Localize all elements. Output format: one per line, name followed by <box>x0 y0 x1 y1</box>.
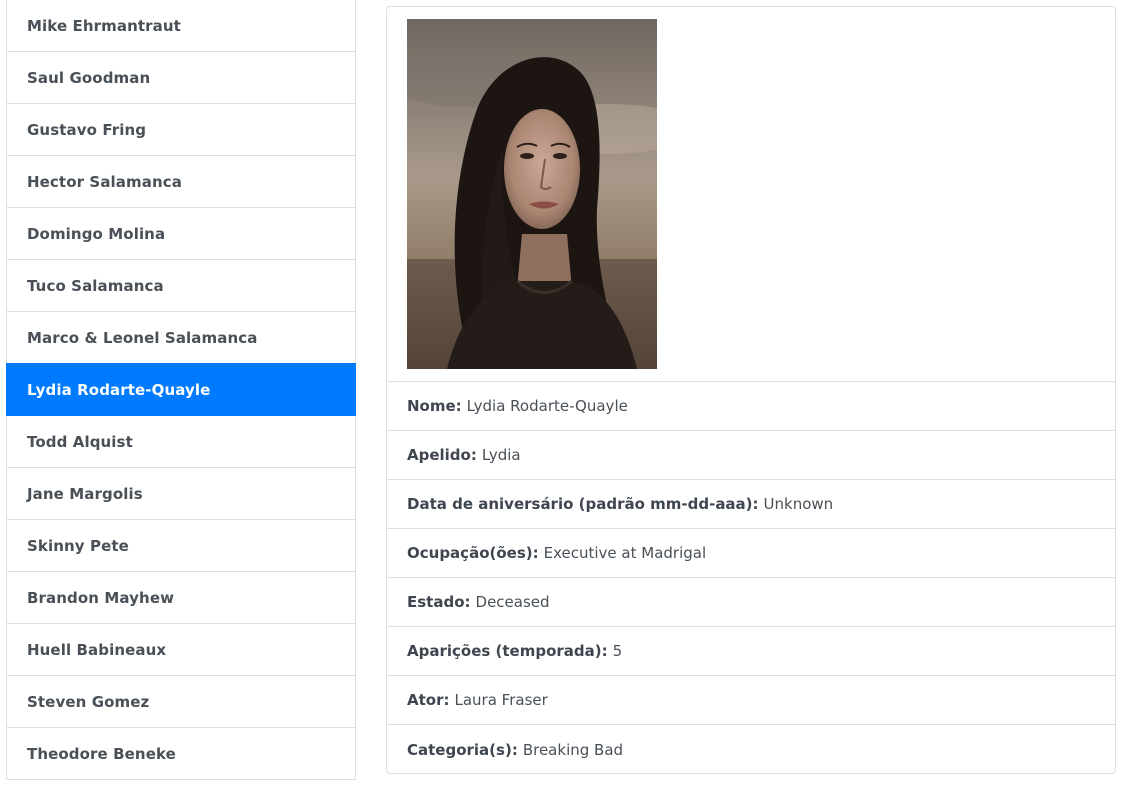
character-photo <box>407 19 657 369</box>
detail-occupation: Ocupação(ões): Executive at Madrigal <box>387 529 1115 578</box>
actor-label: Ator: <box>407 691 450 709</box>
actor-value: Laura Fraser <box>454 691 548 709</box>
nickname-label: Apelido: <box>407 446 477 464</box>
detail-name: Nome: Lydia Rodarte-Quayle <box>387 382 1115 431</box>
character-detail-card: Nome: Lydia Rodarte-Quayle Apelido: Lydi… <box>386 6 1116 774</box>
occupation-label: Ocupação(ões): <box>407 544 539 562</box>
list-item[interactable]: Jane Margolis <box>6 467 356 520</box>
status-value: Deceased <box>475 593 550 611</box>
list-item[interactable]: Marco & Leonel Salamanca <box>6 311 356 364</box>
category-label: Categoria(s): <box>407 740 518 759</box>
birthday-value: Unknown <box>763 495 834 513</box>
detail-actor: Ator: Laura Fraser <box>387 676 1115 725</box>
name-label: Nome: <box>407 397 462 415</box>
list-item[interactable]: Huell Babineaux <box>6 623 356 676</box>
list-item[interactable]: Mike Ehrmantraut <box>6 0 356 52</box>
photo-container <box>387 7 1115 382</box>
list-item[interactable]: Theodore Beneke <box>6 727 356 780</box>
list-item[interactable]: Skinny Pete <box>6 519 356 572</box>
detail-birthday: Data de aniversário (padrão mm-dd-aaa): … <box>387 480 1115 529</box>
category-value: Breaking Bad <box>522 740 624 759</box>
list-item[interactable]: Brandon Mayhew <box>6 571 356 624</box>
list-item[interactable]: Gustavo Fring <box>6 103 356 156</box>
birthday-label: Data de aniversário (padrão mm-dd-aaa): <box>407 495 759 513</box>
list-item[interactable]: Tuco Salamanca <box>6 259 356 312</box>
detail-nickname: Apelido: Lydia <box>387 431 1115 480</box>
list-item[interactable]: Saul Goodman <box>6 51 356 104</box>
list-item[interactable]: Todd Alquist <box>6 415 356 468</box>
list-item-active[interactable]: Lydia Rodarte-Quayle <box>6 363 356 416</box>
nickname-value: Lydia <box>481 446 521 464</box>
character-list: Mike Ehrmantraut Saul Goodman Gustavo Fr… <box>6 0 356 789</box>
appearance-value: 5 <box>612 642 623 660</box>
list-item[interactable]: Steven Gomez <box>6 675 356 728</box>
list-item[interactable]: Hector Salamanca <box>6 155 356 208</box>
detail-status: Estado: Deceased <box>387 578 1115 627</box>
detail-category: Categoria(s): Breaking Bad <box>387 725 1115 773</box>
occupation-value: Executive at Madrigal <box>543 544 707 562</box>
name-value: Lydia Rodarte-Quayle <box>466 397 628 415</box>
detail-appearance: Aparições (temporada): 5 <box>387 627 1115 676</box>
appearance-label: Aparições (temporada): <box>407 642 608 660</box>
list-item[interactable]: Domingo Molina <box>6 207 356 260</box>
status-label: Estado: <box>407 593 471 611</box>
